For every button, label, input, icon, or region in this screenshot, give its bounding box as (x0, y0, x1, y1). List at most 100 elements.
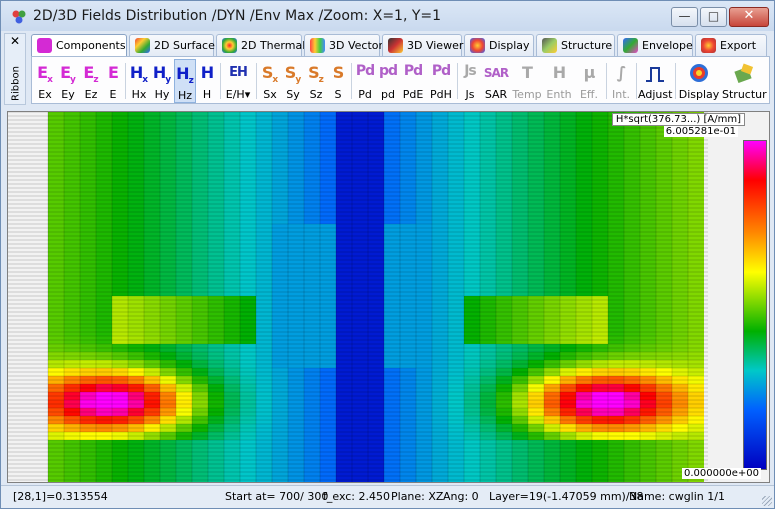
pdh-icon: Pd (431, 63, 451, 79)
minimize-button[interactable]: — (671, 7, 698, 27)
field-cell (656, 480, 672, 482)
eff-icon: μ (583, 63, 596, 82)
enth-button[interactable]: H Enth (544, 59, 574, 103)
field-heatmap[interactable] (8, 112, 708, 483)
sy-icon: Sy (284, 63, 302, 86)
adjust-button[interactable]: Adjust (638, 59, 672, 103)
ey-button[interactable]: Ey Ey (57, 59, 79, 103)
field-cell (496, 480, 512, 482)
field-cell (336, 480, 352, 482)
hz-button[interactable]: Hz Hz (174, 59, 196, 103)
e-icon: E (108, 63, 119, 82)
hy-button[interactable]: Hy Hy (151, 59, 173, 103)
app-window: 2D/3D Fields Distribution /DYN /Env Max … (0, 0, 775, 509)
hx-button[interactable]: Hx Hx (128, 59, 150, 103)
field-cell (80, 480, 96, 482)
close-button[interactable]: ✕ (729, 7, 769, 27)
legend-min-value: 0.000000e+00 (682, 468, 761, 479)
field-cell (400, 480, 416, 482)
tab-label: 3D Viewer (407, 39, 464, 52)
pde-button[interactable]: Pd PdE (400, 59, 426, 103)
tab-structure[interactable]: Structure (536, 34, 615, 56)
tab-2d-surface[interactable]: 2D Surface (129, 34, 215, 56)
sz-button[interactable]: Sz Sz (305, 59, 327, 103)
js-label: Js (465, 88, 475, 101)
field-cell (608, 480, 624, 482)
ribbon-close-icon[interactable]: ✕ (5, 34, 25, 48)
eh-button[interactable]: EH E/H▾ (223, 59, 253, 103)
field-cell (464, 480, 480, 482)
pd-lower-button[interactable]: pd pd (377, 59, 399, 103)
pde-icon: Pd (403, 63, 423, 79)
pdh-label: PdH (430, 88, 452, 101)
s-button[interactable]: S S (328, 59, 348, 103)
field-cell (240, 480, 256, 482)
legend-caption: H*sqrt(376.73...) [A/mm] (611, 113, 745, 126)
structure-button[interactable]: Structur (722, 59, 767, 103)
structure-icon (542, 38, 557, 53)
tab-3d-vector[interactable]: 3D Vector (304, 34, 383, 56)
js-icon: Js (464, 63, 477, 79)
e-button[interactable]: E E (103, 59, 123, 103)
sar-button[interactable]: SAR SAR (482, 59, 510, 103)
field-cell (176, 480, 192, 482)
hy-icon: Hy (152, 63, 172, 86)
tab-display[interactable]: Display (464, 34, 534, 56)
title-bar[interactable]: 2D/3D Fields Distribution /DYN /Env Max … (1, 1, 774, 31)
ribbon-side-label[interactable]: Ribbon (11, 59, 22, 109)
vector-icon (310, 38, 325, 53)
display-button[interactable]: Display (678, 59, 720, 103)
envelope-icon (623, 38, 638, 53)
tab-label: Components (56, 39, 126, 52)
display-icon (470, 38, 485, 53)
sx-button[interactable]: Sx Sx (259, 59, 281, 103)
minimize-icon: — (678, 9, 691, 23)
sy-button[interactable]: Sy Sy (282, 59, 304, 103)
sz-icon: Sz (308, 63, 324, 86)
viewer-icon (388, 38, 403, 53)
ribbon-separator (457, 63, 458, 99)
field-cell (112, 480, 128, 482)
eff-button[interactable]: μ Eff. (575, 59, 603, 103)
resize-grip[interactable] (762, 496, 772, 506)
sar-icon: SAR (483, 66, 509, 80)
tab-envelope[interactable]: Envelope (617, 34, 693, 56)
ez-label: Ez (84, 88, 98, 101)
ribbon-separator (351, 63, 352, 99)
ex-button[interactable]: Ex Ex (34, 59, 56, 103)
maximize-button[interactable]: □ (700, 7, 727, 27)
field-cell (96, 480, 112, 482)
tab-export[interactable]: Export (695, 34, 767, 56)
adjust-label: Adjust (638, 88, 673, 101)
export-icon (701, 38, 716, 53)
field-cell (352, 480, 368, 482)
field-cell (48, 480, 64, 482)
temp-button[interactable]: T Temp (511, 59, 543, 103)
ez-button[interactable]: Ez Ez (80, 59, 102, 103)
h-button[interactable]: H H (197, 59, 217, 103)
field-cell (688, 480, 704, 482)
field-cell (672, 480, 688, 482)
ribbon-separator (220, 63, 221, 99)
app-icon (12, 10, 26, 24)
ribbon-separator (125, 63, 126, 99)
pd-button[interactable]: Pd Pd (354, 59, 376, 103)
ex-label: Ex (38, 88, 52, 101)
status-start: Start at= 700/ 300 (225, 490, 329, 503)
field-cell (432, 480, 448, 482)
field-cell (160, 480, 176, 482)
hx-icon: Hx (129, 63, 149, 86)
pd-lower-label: pd (381, 88, 395, 101)
int-button[interactable]: ∫ Int. (608, 59, 634, 103)
tab-label: 2D Thermal (241, 39, 306, 52)
ribbon-separator (256, 63, 257, 99)
js-button[interactable]: Js Js (459, 59, 481, 103)
tab-3d-viewer[interactable]: 3D Viewer (382, 34, 464, 56)
h-icon: H (200, 63, 214, 82)
tab-components[interactable]: Components (31, 34, 127, 57)
tab-2d-thermal[interactable]: 2D Thermal (216, 34, 306, 56)
tab-label: Envelope (642, 39, 693, 52)
eh-label: E/H▾ (225, 88, 251, 101)
field-plot[interactable]: H*sqrt(376.73...) [A/mm] 6.005281e-01 0.… (7, 111, 770, 483)
pdh-button[interactable]: Pd PdH (427, 59, 455, 103)
